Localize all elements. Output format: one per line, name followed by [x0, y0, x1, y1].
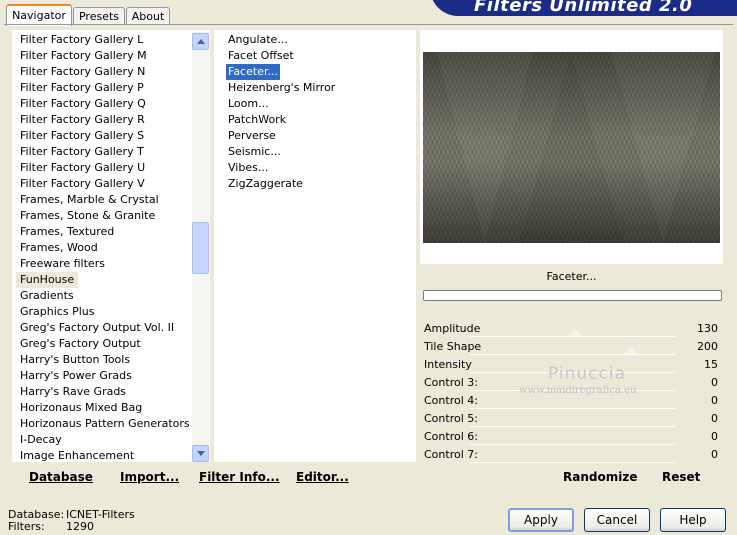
category-item[interactable]: Harry's Rave Grads	[20, 384, 126, 400]
category-item[interactable]: Filter Factory Gallery T	[20, 144, 144, 160]
filter-item[interactable]: Loom...	[228, 96, 269, 112]
param-value[interactable]: 15	[680, 356, 718, 374]
param-slider[interactable]	[470, 426, 675, 427]
param-value[interactable]: 200	[680, 338, 718, 356]
help-button[interactable]: Help	[660, 508, 726, 532]
category-item[interactable]: Frames, Wood	[20, 240, 98, 256]
filter-item[interactable]: Perverse	[228, 128, 276, 144]
facet-shape	[519, 52, 623, 243]
watermark-url: www.maidiregrafica.eu	[519, 385, 637, 396]
category-item[interactable]: Filter Factory Gallery U	[20, 160, 145, 176]
preview-filter-name: Faceter...	[423, 266, 720, 288]
category-scrollbar[interactable]	[192, 32, 209, 462]
param-value[interactable]: 0	[680, 374, 718, 392]
tab-about[interactable]: About	[126, 7, 170, 25]
param-label: Intensity	[424, 358, 472, 371]
category-item[interactable]: Gradients	[20, 288, 74, 304]
category-item[interactable]: Filter Factory Gallery R	[20, 112, 145, 128]
filter-item[interactable]: ZigZaggerate	[228, 176, 303, 192]
filter-item[interactable]: Faceter...	[226, 64, 280, 80]
param-value[interactable]: 0	[680, 446, 718, 464]
param-value[interactable]: 130	[680, 320, 718, 338]
slider-thumb[interactable]	[623, 347, 639, 354]
randomize-button[interactable]: Randomize	[563, 470, 637, 484]
category-item[interactable]: Frames, Marble & Crystal	[20, 192, 159, 208]
category-item[interactable]: Frames, Stone & Granite	[20, 208, 155, 224]
category-item[interactable]: FunHouse	[16, 272, 79, 288]
category-item[interactable]: Harry's Button Tools	[20, 352, 130, 368]
category-item[interactable]: Horizonaus Pattern Generators	[20, 416, 190, 432]
filter-item[interactable]: Vibes...	[228, 160, 268, 176]
filter-item[interactable]: PatchWork	[228, 112, 286, 128]
slider-thumb[interactable]	[567, 329, 583, 336]
category-item[interactable]: Freeware filters	[20, 256, 105, 272]
app-logo: Filters Unlimited 2.0	[430, 0, 737, 16]
category-item[interactable]: Filter Factory Gallery N	[20, 64, 145, 80]
param-slider[interactable]	[470, 444, 675, 445]
category-item[interactable]: Frames, Textured	[20, 224, 114, 240]
filter-item[interactable]: Seismic...	[228, 144, 281, 160]
category-item[interactable]: Filter Factory Gallery L	[20, 32, 143, 48]
reset-button[interactable]: Reset	[662, 470, 700, 484]
scroll-thumb[interactable]	[192, 222, 209, 274]
apply-button[interactable]: Apply	[508, 508, 574, 532]
param-value[interactable]: 0	[680, 392, 718, 410]
filters-label: Filters:	[8, 520, 45, 533]
filters-count: 1290	[66, 520, 94, 533]
chevron-down-icon	[197, 451, 205, 456]
filter-info-link[interactable]: Filter Info...	[199, 470, 280, 484]
category-item[interactable]: Greg's Factory Output	[20, 336, 141, 352]
cancel-button[interactable]: Cancel	[584, 508, 650, 532]
category-item[interactable]: Graphics Plus	[20, 304, 94, 320]
tab-presets[interactable]: Presets	[73, 7, 125, 25]
param-value[interactable]: 0	[680, 428, 718, 446]
param-slider[interactable]	[470, 408, 675, 409]
param-slider[interactable]	[470, 354, 675, 355]
import-link[interactable]: Import...	[120, 470, 179, 484]
filter-item[interactable]: Angulate...	[228, 32, 288, 48]
param-value[interactable]: 0	[680, 410, 718, 428]
chevron-up-icon	[197, 39, 205, 44]
facet-shape	[611, 52, 715, 243]
preview-image	[423, 52, 720, 243]
category-item[interactable]: Filter Factory Gallery V	[20, 176, 145, 192]
category-item[interactable]: Filter Factory Gallery Q	[20, 96, 146, 112]
category-item[interactable]: Filter Factory Gallery P	[20, 80, 144, 96]
watermark-name: Pinuccia	[548, 364, 626, 384]
category-item[interactable]: Image Enhancement	[20, 448, 134, 464]
progress-bar	[423, 290, 722, 301]
filter-item[interactable]: Heizenberg's Mirror	[228, 80, 335, 96]
tab-divider	[4, 24, 733, 25]
tab-navigator[interactable]: Navigator	[6, 4, 72, 26]
category-item[interactable]: Harry's Power Grads	[20, 368, 132, 384]
category-item[interactable]: Greg's Factory Output Vol. II	[20, 320, 174, 336]
category-item[interactable]: Filter Factory Gallery M	[20, 48, 147, 64]
param-slider[interactable]	[470, 336, 675, 337]
database-link[interactable]: Database	[29, 470, 93, 484]
filter-item[interactable]: Facet Offset	[228, 48, 294, 64]
category-item[interactable]: Filter Factory Gallery S	[20, 128, 144, 144]
scroll-up-button[interactable]	[192, 33, 209, 50]
scroll-down-button[interactable]	[192, 445, 209, 462]
category-item[interactable]: Horizonaus Mixed Bag	[20, 400, 142, 416]
editor-link[interactable]: Editor...	[296, 470, 349, 484]
category-item[interactable]: I-Decay	[20, 432, 62, 448]
